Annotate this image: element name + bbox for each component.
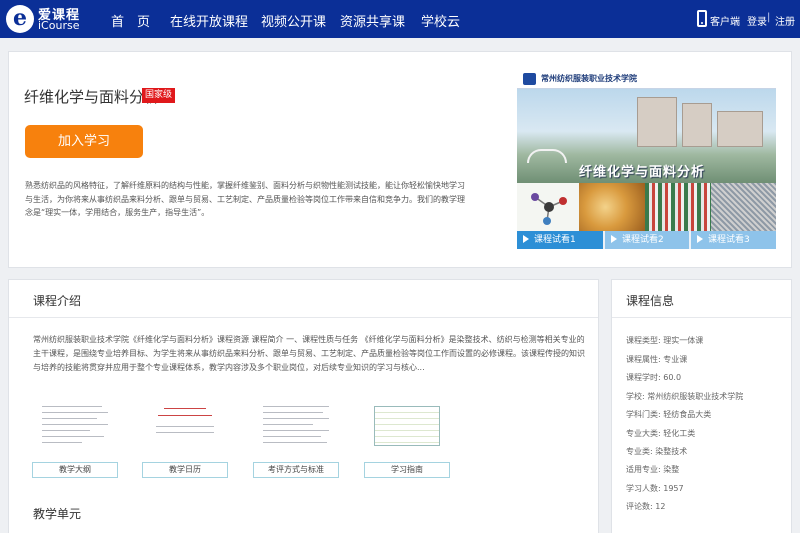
nav-shared-resources[interactable]: 资源共享课 — [340, 11, 405, 30]
trial-video-1[interactable]: 课程试看1 — [517, 231, 603, 249]
intro-divider — [9, 317, 598, 318]
nav-video-courses[interactable]: 视频公开课 — [261, 11, 326, 30]
intro-text: 常州纺织服装职业技术学院《纤维化学与面料分析》课程资源 课程简介 一、课程性质与… — [33, 335, 585, 372]
play-icon — [611, 235, 617, 243]
nav-open-courses[interactable]: 在线开放课程 — [170, 11, 248, 30]
assessment-button[interactable]: 考评方式与标准 — [253, 462, 339, 478]
info-comment-count: 评论数: 12 — [626, 502, 666, 511]
trial-video-3[interactable]: 课程试看3 — [691, 231, 776, 249]
syllabus-button[interactable]: 教学大纲 — [32, 462, 118, 478]
campus-building — [717, 111, 763, 147]
nav-home[interactable]: 首 页 — [111, 11, 150, 30]
study-guide-button[interactable]: 学习指南 — [364, 462, 450, 478]
info-learner-count: 学习人数: 1957 — [626, 484, 684, 493]
course-description: 熟悉纺织品的风格特征，了解纤维原料的结构与性能，掌握纤维鉴别、面料分析与织物性能… — [25, 181, 465, 217]
teaching-units-heading: 教学单元 — [33, 507, 82, 521]
mobile-phone-icon[interactable] — [697, 10, 707, 27]
trial-bar: 课程试看1 课程试看2 课程试看3 — [517, 231, 776, 249]
molecule-image — [517, 183, 579, 231]
info-major-class: 专业类: 染整技术 — [626, 447, 688, 456]
logo-e-icon: e — [6, 5, 34, 33]
info-course-hours: 课程学时: 60.0 — [626, 373, 682, 382]
nav-divider: | — [767, 12, 771, 23]
assessment-thumbnail[interactable] — [253, 398, 339, 456]
trial-video-2[interactable]: 课程试看2 — [605, 231, 689, 249]
teaching-calendar-button[interactable]: 教学日历 — [142, 462, 228, 478]
client-link[interactable]: 客户端 — [710, 13, 740, 28]
info-major-category: 专业大类: 轻化工类 — [626, 429, 696, 438]
info-course-attribute: 课程属性: 专业课 — [626, 355, 688, 364]
fiber-image — [579, 183, 645, 231]
logo-english-text: iCourse — [38, 19, 80, 32]
molecule-icon — [531, 193, 567, 225]
banner-header: 常州纺织服装职业技术学院 — [517, 69, 776, 89]
login-link[interactable]: 登录 — [747, 13, 767, 28]
school-logo-icon — [523, 73, 536, 85]
banner-title: 纤维化学与面料分析 — [579, 165, 706, 180]
campus-bridge — [527, 149, 567, 163]
fiber-structure-image — [645, 183, 711, 231]
info-course-type: 课程类型: 理实一体课 — [626, 336, 704, 345]
nav-school-cloud[interactable]: 学校云 — [421, 11, 460, 30]
teaching-calendar-thumbnail[interactable] — [142, 398, 228, 456]
info-heading: 课程信息 — [626, 294, 675, 308]
info-divider — [612, 317, 791, 318]
national-level-badge: 国家级 — [142, 88, 176, 103]
fabric-image — [711, 183, 776, 231]
trial-label-1: 课程试看1 — [534, 235, 576, 245]
info-school: 学校: 常州纺织服装职业技术学院 — [626, 392, 744, 401]
info-applicable-major: 适用专业: 染整 — [626, 465, 680, 474]
course-banner: 常州纺织服装职业技术学院 纤维化学与面料分析 课程试看1 课程试看2 课程试看3 — [517, 69, 776, 249]
icourse-logo[interactable]: e 爱课程 iCourse — [6, 4, 86, 34]
play-icon — [523, 235, 529, 243]
banner-school-name: 常州纺织服装职业技术学院 — [541, 73, 637, 83]
campus-building — [637, 97, 677, 147]
info-discipline: 学科门类: 轻纺食品大类 — [626, 410, 712, 419]
study-guide-thumbnail[interactable] — [364, 398, 450, 456]
join-course-button[interactable]: 加入学习 — [25, 125, 143, 158]
register-link[interactable]: 注册 — [775, 13, 795, 28]
intro-heading: 课程介绍 — [33, 294, 82, 308]
top-nav-bar: e 爱课程 iCourse 首 页 在线开放课程 视频公开课 资源共享课 学校云… — [0, 0, 800, 38]
syllabus-thumbnail[interactable] — [32, 398, 118, 456]
trial-label-2: 课程试看2 — [622, 235, 664, 245]
play-icon — [697, 235, 703, 243]
campus-building — [682, 103, 712, 147]
course-title: 纤维化学与面料分析 — [24, 88, 160, 106]
trial-label-3: 课程试看3 — [708, 235, 750, 245]
